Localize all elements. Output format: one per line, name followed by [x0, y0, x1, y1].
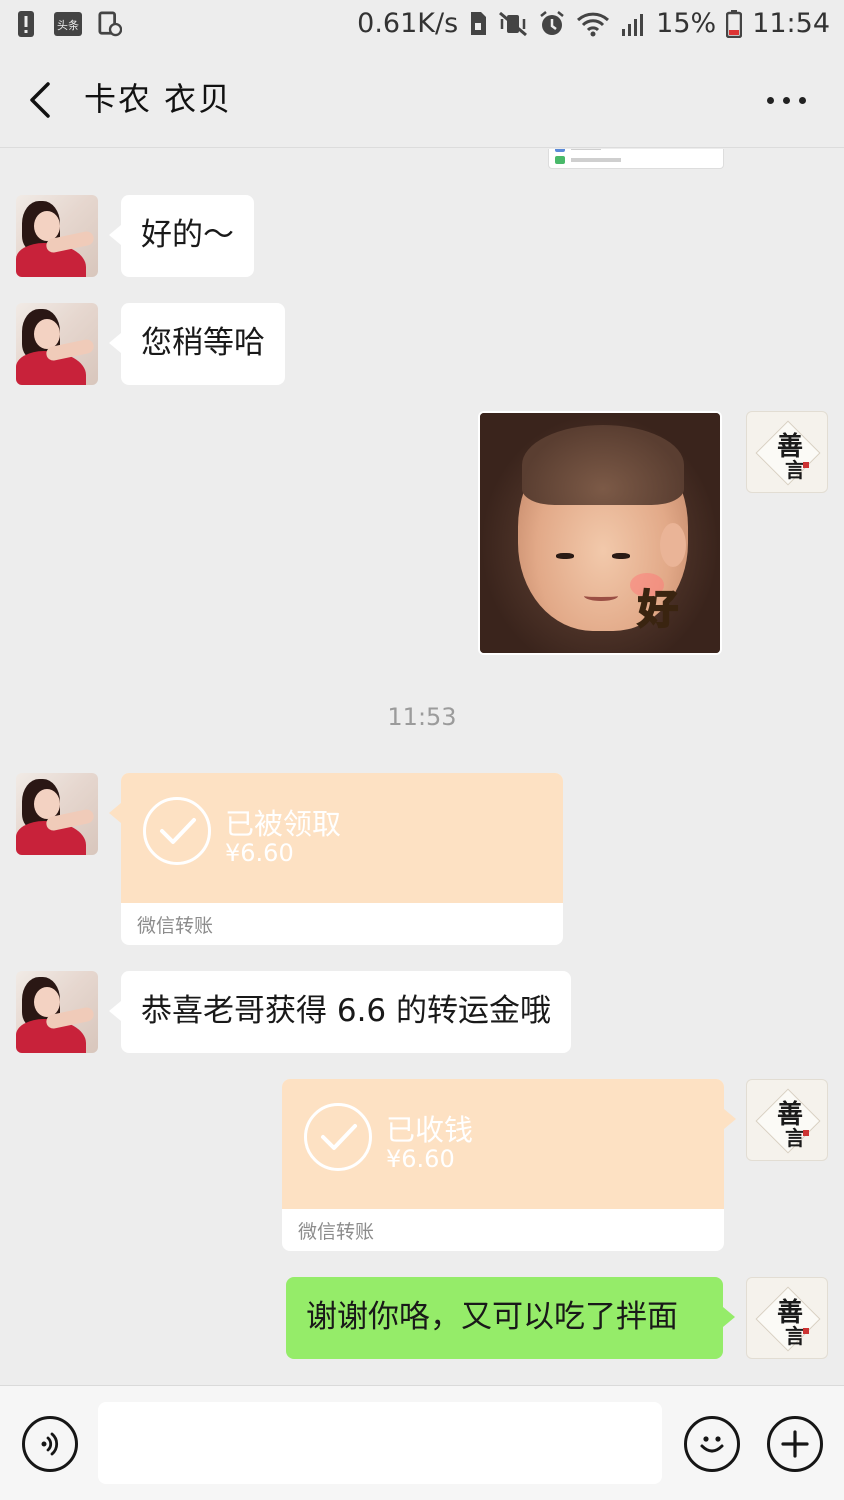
battery-icon — [726, 9, 743, 38]
toutiao-icon: 头条 — [52, 10, 84, 38]
message-list[interactable]: 好的～ 您稍等哈 好 善 言 11:53 已被领取 ¥6.60 微信转账 恭喜老… — [0, 149, 844, 1385]
sticker-message[interactable]: 好 — [478, 411, 722, 655]
screen-record-icon — [98, 10, 122, 38]
more-dot — [766, 96, 774, 104]
message-text: 好的～ — [141, 217, 234, 253]
self-avatar[interactable]: 善 言 — [746, 1277, 828, 1359]
transfer-card-accepted[interactable]: 已收钱 ¥6.60 微信转账 — [282, 1079, 724, 1251]
sticker-caption: 好 — [637, 586, 679, 634]
time-divider: 11:53 — [387, 703, 457, 731]
message-text: 谢谢你咯，又可以吃了拌面 — [306, 1299, 678, 1335]
more-dot — [798, 96, 806, 104]
svg-text:头条: 头条 — [57, 18, 79, 32]
more-actions-button[interactable] — [767, 1416, 823, 1472]
clock: 11:54 — [752, 8, 830, 39]
plus-icon — [781, 1430, 809, 1458]
sim-icon — [468, 11, 488, 37]
wifi-icon — [576, 11, 610, 37]
input-bar — [0, 1385, 844, 1500]
contact-avatar[interactable] — [16, 195, 98, 277]
alert-icon — [14, 10, 38, 38]
message-text: 您稍等哈 — [141, 325, 265, 361]
message-bubble[interactable]: 您稍等哈 — [109, 303, 285, 385]
mute-vibrate-icon — [498, 11, 528, 37]
chevron-left-icon — [30, 82, 50, 118]
previous-image-message[interactable] — [548, 149, 724, 169]
smiley-icon — [700, 1436, 724, 1453]
self-avatar[interactable]: 善 言 — [746, 1079, 828, 1161]
message-text: 恭喜老哥获得 6.6 的转运金哦 — [141, 993, 552, 1029]
transfer-footer: 微信转账 — [298, 1221, 375, 1243]
transfer-card-received[interactable]: 已被领取 ¥6.60 微信转账 — [121, 773, 563, 945]
contact-avatar[interactable] — [16, 773, 98, 855]
transfer-status: 已收钱 — [386, 1113, 474, 1147]
transfer-status: 已被领取 — [225, 807, 342, 841]
more-button[interactable] — [756, 82, 816, 118]
voice-button[interactable] — [22, 1416, 78, 1472]
message-bubble-self[interactable]: 谢谢你咯，又可以吃了拌面 — [286, 1277, 735, 1359]
transfer-amount: ¥6.60 — [225, 839, 294, 867]
transfer-amount: ¥6.60 — [386, 1145, 455, 1173]
back-button[interactable] — [20, 76, 64, 124]
status-bar: 头条 0.61K/s 15% 11:54 — [0, 0, 844, 52]
contact-avatar[interactable] — [16, 971, 98, 1053]
transfer-footer: 微信转账 — [137, 915, 214, 937]
message-input[interactable] — [98, 1402, 662, 1484]
message-bubble[interactable]: 恭喜老哥获得 6.6 的转运金哦 — [108, 971, 572, 1053]
network-speed: 0.61K/s — [357, 8, 459, 39]
more-dot — [782, 96, 790, 104]
chat-title: 卡农 衣贝 — [84, 80, 233, 118]
message-bubble[interactable]: 好的～ — [109, 195, 254, 277]
alarm-icon — [538, 10, 566, 38]
check-circle-icon — [304, 1103, 372, 1171]
signal-icon — [620, 11, 646, 37]
contact-avatar[interactable] — [16, 303, 98, 385]
voice-icon — [41, 1432, 59, 1456]
battery-percent: 15% — [656, 8, 717, 39]
chat-header: 卡农 衣贝 — [0, 52, 844, 148]
check-circle-icon — [143, 797, 211, 865]
self-avatar[interactable]: 善 言 — [746, 411, 828, 493]
emoji-button[interactable] — [684, 1416, 740, 1472]
